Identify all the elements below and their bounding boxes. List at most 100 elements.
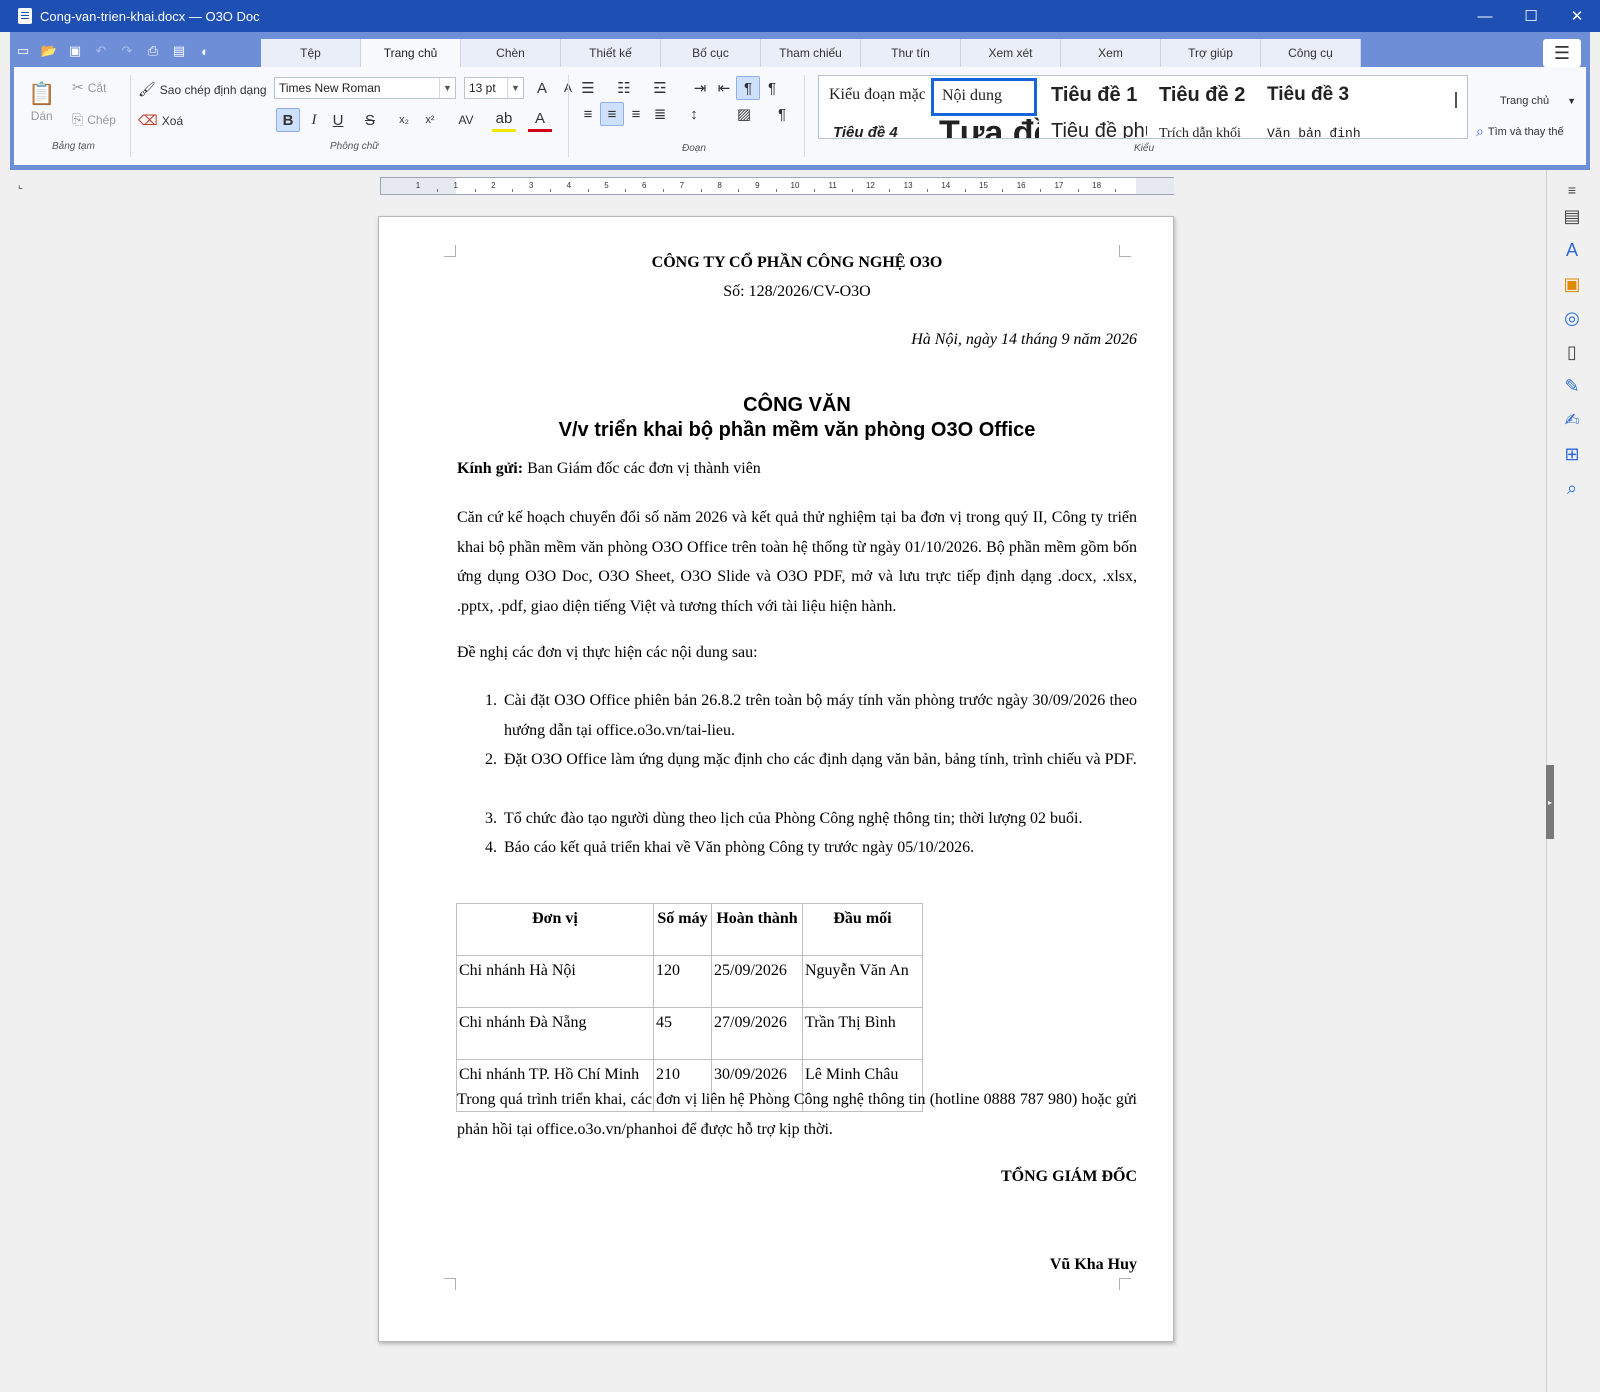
save-icon[interactable]: ▣ — [64, 40, 86, 62]
contrast-icon[interactable]: ◐ — [194, 40, 216, 62]
table-cell[interactable]: Nguyễn Văn An — [802, 955, 923, 1008]
show-formatting-icon[interactable]: ¶ — [736, 76, 760, 100]
style-subtitle[interactable]: Tiêu đề phụ — [1051, 120, 1147, 138]
document-date: Hà Nội, ngày 14 tháng 9 năm 2026 — [911, 331, 1137, 348]
format-painter-button[interactable]: 🖌 Sao chép định dạng — [138, 81, 267, 98]
pilcrow-icon[interactable]: ¶ — [770, 102, 794, 126]
superscript-button[interactable]: x² — [418, 108, 442, 132]
table-cell[interactable]: 25/09/2026 — [711, 955, 803, 1008]
align-left-icon[interactable]: ≡ — [576, 102, 600, 126]
find-replace-button[interactable]: ⌕ Tìm và thay thế — [1476, 123, 1564, 140]
style-heading-4[interactable]: Tiêu đề 4 — [833, 124, 923, 138]
numbered-list-icon[interactable]: ☷ — [612, 76, 636, 100]
style-block-quote[interactable]: Trích dẫn khối — [1159, 126, 1253, 138]
ruler-number: 11 — [828, 181, 837, 190]
table-header-cell[interactable]: Hoàn thành — [711, 903, 803, 956]
rtl-direction-icon[interactable]: ¶ — [760, 76, 784, 100]
increase-indent-icon[interactable]: ⇥ — [688, 76, 712, 100]
style-heading-1[interactable]: Tiêu đề 1 — [1051, 84, 1137, 107]
style-preformatted[interactable]: Văn bản định dạng sẵn — [1267, 126, 1367, 138]
page-select[interactable]: Trang chủ ▼ — [1500, 95, 1576, 107]
sidebar-menu-icon[interactable]: ≡ — [1557, 176, 1587, 204]
design-icon[interactable]: ⊞ — [1557, 440, 1587, 468]
document-subject: V/v triển khai bộ phần mềm văn phòng O3O… — [558, 419, 1036, 441]
properties-icon[interactable]: ▤ — [1557, 202, 1587, 230]
paste-button[interactable]: 📋 Dán — [28, 81, 55, 123]
line-spacing-icon[interactable]: ↕ — [682, 102, 706, 126]
horizontal-ruler[interactable]: 1 1 2 3 4 5 6 7 8 9 10 11 12 13 14 15 16 17 18 — [380, 177, 1174, 195]
shading-icon[interactable]: ▨ — [732, 102, 756, 126]
tab-help[interactable]: Trợ giúp — [1161, 39, 1261, 67]
style-body[interactable]: Nội dung — [931, 78, 1037, 116]
gallery-scrollbar[interactable] — [1455, 92, 1457, 108]
table-cell[interactable]: 120 — [653, 955, 712, 1008]
style-heading-3[interactable]: Tiêu đề 3 — [1267, 84, 1349, 106]
underline-button[interactable]: U — [326, 108, 350, 132]
ruler-minor-tick — [738, 189, 740, 192]
tab-insert[interactable]: Chèn — [461, 39, 561, 67]
font-size-select[interactable]: 13 pt ▼ — [464, 77, 524, 99]
undo-icon[interactable]: ↶ — [90, 40, 112, 62]
tab-mailings[interactable]: Thư tín — [861, 39, 961, 67]
justify-icon[interactable]: ≣ — [648, 102, 672, 126]
tab-view[interactable]: Xem — [1061, 39, 1161, 67]
align-right-icon[interactable]: ≡ — [624, 102, 648, 126]
table-header-cell[interactable]: Đầu mối — [802, 903, 923, 956]
bold-button[interactable]: B — [276, 108, 300, 132]
tab-stop-selector-icon[interactable]: ⌞ — [18, 180, 23, 191]
table-header-cell[interactable]: Số máy — [653, 903, 712, 956]
style-inspector-icon[interactable]: ✎ — [1557, 372, 1587, 400]
print-preview-icon[interactable]: ▤ — [168, 40, 190, 62]
menu-icon[interactable]: ☰ — [1543, 39, 1581, 67]
style-heading-2[interactable]: Tiêu đề 2 — [1159, 84, 1245, 107]
tab-layout[interactable]: Bố cục — [661, 39, 761, 67]
styles-icon[interactable]: A — [1557, 236, 1587, 264]
maximize-button[interactable]: ☐ — [1508, 0, 1554, 32]
table-cell[interactable]: 45 — [653, 1007, 712, 1060]
find-icon[interactable]: ⌕ — [1557, 474, 1587, 502]
tab-references[interactable]: Tham chiếu — [761, 39, 861, 67]
table-header-cell[interactable]: Đơn vị — [456, 903, 654, 956]
navigator-icon[interactable]: ◎ — [1557, 304, 1587, 332]
style-default-paragraph[interactable]: Kiểu đoạn mặc định — [829, 86, 925, 104]
strikethrough-button[interactable]: S — [358, 108, 382, 132]
table-cell[interactable]: Chi nhánh Đà Nẵng — [456, 1007, 654, 1060]
font-color-icon[interactable]: A — [528, 108, 552, 132]
ruler-number: 15 — [979, 181, 988, 190]
multilevel-list-icon[interactable]: ☲ — [648, 76, 672, 100]
page-icon[interactable]: ▯ — [1557, 338, 1587, 366]
copy-button[interactable]: ⎘ Chép — [72, 111, 116, 128]
character-spacing-icon[interactable]: AV — [454, 108, 478, 132]
style-title[interactable]: Tựa đề — [939, 114, 1039, 138]
align-center-icon[interactable]: ≡ — [600, 102, 624, 126]
italic-button[interactable]: I — [302, 108, 326, 132]
new-document-icon[interactable]: ▭ — [12, 40, 34, 62]
print-icon[interactable]: ⎙ — [142, 40, 164, 62]
tab-review[interactable]: Xem xét — [961, 39, 1061, 67]
tab-design[interactable]: Thiết kế — [561, 39, 661, 67]
highlight-color-icon[interactable]: ab — [492, 108, 516, 132]
table-cell[interactable]: Trần Thị Bình — [802, 1007, 923, 1060]
bullet-list-icon[interactable]: ☰ — [576, 76, 600, 100]
decrease-indent-icon[interactable]: ⇤ — [712, 76, 736, 100]
tab-file[interactable]: Tệp — [261, 39, 361, 67]
minimize-button[interactable]: — — [1462, 0, 1508, 32]
sidebar-collapse-handle[interactable]: ▸ — [1546, 765, 1554, 839]
font-name-select[interactable]: Times New Roman ▼ — [274, 77, 456, 99]
close-button[interactable]: ✕ — [1554, 0, 1600, 32]
document-page[interactable]: CÔNG TY CỔ PHẦN CÔNG NGHỆ O3O Số: 128/20… — [378, 216, 1174, 1342]
subscript-button[interactable]: x₂ — [392, 108, 416, 132]
table-cell[interactable]: Chi nhánh Hà Nội — [456, 955, 654, 1008]
grow-font-icon[interactable]: A — [530, 76, 554, 100]
redo-icon[interactable]: ↷ — [116, 40, 138, 62]
tab-tools[interactable]: Công cụ — [1261, 39, 1361, 67]
open-folder-icon[interactable]: 📂 — [38, 40, 60, 62]
table-cell[interactable]: 27/09/2026 — [711, 1007, 803, 1060]
gallery-icon[interactable]: ▣ — [1557, 270, 1587, 298]
ruler-number: 17 — [1054, 181, 1064, 190]
cut-button[interactable]: ✂ Cắt — [72, 79, 106, 96]
ruler-minor-tick — [512, 189, 514, 192]
tab-home[interactable]: Trang chủ — [361, 39, 461, 67]
manage-changes-icon[interactable]: ✍ — [1557, 406, 1587, 434]
clear-format-button[interactable]: ⌫ Xoá — [138, 112, 183, 129]
